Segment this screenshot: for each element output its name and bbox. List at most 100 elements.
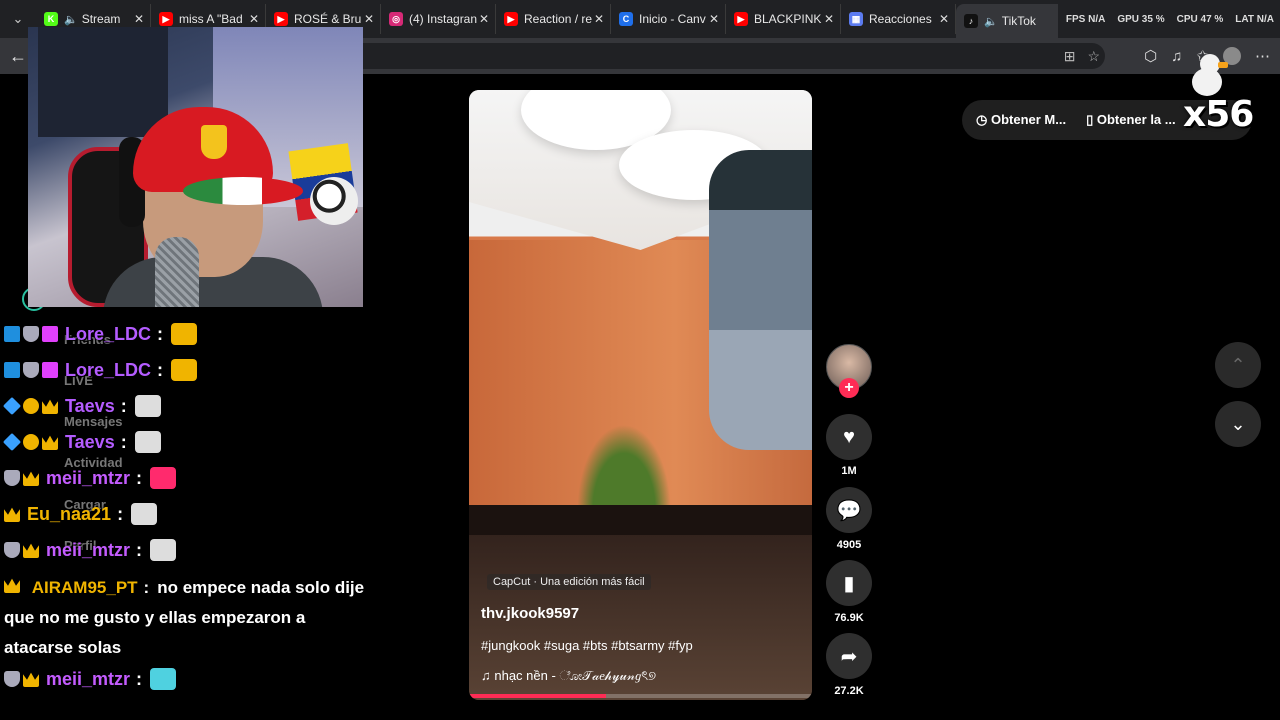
chat-separator: : <box>136 467 143 488</box>
chat-line: Taevs: <box>2 395 161 417</box>
chat-separator: : <box>120 395 127 416</box>
screen: ⌄ K 🔈 Stream ✕ ▶ miss A "Bad ✕ ▶ ROSÉ & Bru ✕ ◎ (4)… <box>0 0 1280 720</box>
webcam-soccer-ball <box>310 177 358 225</box>
next-video-button[interactable]: ⌄ <box>1215 401 1261 447</box>
tab-close-icon[interactable]: ✕ <box>937 12 951 26</box>
browser-tab[interactable]: ♪ 🔈 TikTok <box>956 4 1071 38</box>
chevron-up-icon: ⌃ <box>1230 354 1246 375</box>
latency-readout: LAT N/A <box>1235 13 1274 25</box>
chat-line: meii_mtzr: <box>4 467 177 489</box>
mod-badge-icon <box>4 326 20 342</box>
chat-username: Eu_naa21 <box>27 503 112 524</box>
chat-line: meii_mtzr: <box>4 539 177 561</box>
address-bar-actions: ⊞ ☆ <box>1064 38 1100 74</box>
browser-tab[interactable]: ▶ BLACKPINK ✕ <box>726 4 841 34</box>
tiktok-video-player[interactable]: CapCut · Una edición más fácil thv.jkook… <box>469 90 812 700</box>
more-menu-icon[interactable]: ⋯ <box>1255 47 1270 65</box>
chat-emote-icon <box>134 395 161 417</box>
crown-badge-icon <box>23 672 39 687</box>
bits-badge-icon <box>23 434 39 450</box>
shield-badge-icon <box>4 470 20 486</box>
video-music[interactable]: ♫ nhạc nền - ೋ𝒯𝒶𝑒𝒽𝓎𝓊𝓃𝑔ৎ୭ <box>481 667 656 688</box>
chat-username: Taevs <box>65 431 115 452</box>
chat-line: Eu_naa21: <box>4 503 158 525</box>
video-author[interactable]: thv.jkook9597 <box>481 605 579 622</box>
tab-close-icon[interactable]: ✕ <box>247 12 261 26</box>
video-progress-bar[interactable] <box>469 694 812 698</box>
cpu-readout: CPU 47 % <box>1176 13 1224 25</box>
tab-close-icon[interactable]: ✕ <box>477 12 491 26</box>
share-count: 27.2K <box>834 685 864 697</box>
crown-badge-icon <box>42 399 58 414</box>
tab-audio-icon[interactable]: 🔈 <box>64 13 78 26</box>
crown-badge-icon <box>42 435 58 450</box>
tab-close-icon[interactable]: ✕ <box>822 12 836 26</box>
chat-emote-icon <box>150 539 177 561</box>
chat-separator: : <box>136 668 143 689</box>
like-button[interactable]: ♥ <box>826 414 872 460</box>
gpu-readout: GPU 35 % <box>1117 13 1165 25</box>
comment-button[interactable]: 💬 <box>826 487 872 533</box>
previous-video-button[interactable]: ⌃ <box>1215 342 1261 388</box>
chat-separator: : <box>136 539 143 560</box>
chat-username: AIRAM95_PT <box>31 578 138 597</box>
chat-line: Lore_LDC: <box>4 359 198 381</box>
chat-line: Lore_LDC: <box>4 323 198 345</box>
comment-count: 4905 <box>836 539 862 551</box>
get-mobile-label: Obtener M... <box>990 112 1067 127</box>
browser-tab[interactable]: ▶ Reaction / re ✕ <box>496 4 611 34</box>
save-count: 76.9K <box>834 612 864 624</box>
chat-emote-icon <box>131 503 158 525</box>
chat-separator: : <box>143 578 150 597</box>
gift-badge-icon <box>42 362 58 378</box>
tab-close-icon[interactable]: ✕ <box>132 12 146 26</box>
tab-audio-icon[interactable]: 🔈 <box>984 15 998 28</box>
share-button[interactable]: ➦ <box>826 633 872 679</box>
chat-emote-icon <box>150 467 177 489</box>
chat-emote-icon <box>171 323 198 345</box>
app-install-icon[interactable]: ⊞ <box>1064 48 1076 65</box>
crown-badge-icon <box>4 507 20 522</box>
get-app-label: Obtener la ... <box>1096 112 1176 127</box>
follow-button[interactable]: + <box>839 378 859 398</box>
tab-favicon-icon: ♪ <box>964 14 978 28</box>
browser-tab[interactable]: ▦ Reacciones ✕ <box>841 4 956 34</box>
extensions-icon[interactable]: ⬡ <box>1144 47 1157 65</box>
get-mobile-button[interactable]: ◷ Obtener M... <box>976 112 1066 128</box>
gift-badge-icon <box>42 326 58 342</box>
bookmark-star-icon[interactable]: ☆ <box>1087 48 1100 65</box>
video-progress-fill <box>469 694 607 698</box>
tab-favicon-icon: C <box>619 12 633 26</box>
tab-label: ROSÉ & Bru <box>294 12 362 26</box>
chat-emote-icon <box>171 359 198 381</box>
video-plant <box>569 410 679 510</box>
bookmark-icon: ▮ <box>843 572 855 595</box>
capcut-label[interactable]: CapCut · Una edición más fácil <box>487 574 651 590</box>
stream-chat-overlay: Lore_LDC: Lore_LDC: Taevs: Taevs: meii_mtzr:… <box>0 318 380 718</box>
cap-logo <box>201 125 227 159</box>
duck-beak <box>1218 62 1228 68</box>
chat-username: meii_mtzr <box>46 539 131 560</box>
browser-tab[interactable]: ◎ (4) Instagran ✕ <box>381 4 496 34</box>
share-icon: ➦ <box>840 645 858 668</box>
chat-separator: : <box>117 503 124 524</box>
chevron-down-icon: ⌄ <box>1230 413 1246 434</box>
chat-username: Lore_LDC <box>65 323 152 344</box>
tab-label: Stream <box>81 12 121 26</box>
like-count: 1M <box>841 465 857 477</box>
tab-label: (4) Instagran <box>409 12 477 26</box>
tab-close-icon[interactable]: ✕ <box>362 12 376 26</box>
crown-badge-icon <box>23 543 39 558</box>
tab-favicon-icon: ▦ <box>849 12 863 26</box>
get-app-button[interactable]: ▯ Obtener la ... <box>1086 112 1176 128</box>
crown-badge-icon <box>23 471 39 486</box>
shield-badge-icon <box>23 362 39 378</box>
save-button[interactable]: ▮ <box>826 560 872 606</box>
chat-username: Lore_LDC <box>65 359 152 380</box>
tab-label: BLACKPINK <box>754 12 822 26</box>
browser-tab[interactable]: C Inicio - Canv ✕ <box>611 4 726 34</box>
heart-icon: ♥ <box>843 425 855 448</box>
video-hashtags[interactable]: #jungkook #suga #bts #btsarmy #fyp <box>481 638 693 653</box>
tab-close-icon[interactable]: ✕ <box>592 12 606 26</box>
tab-close-icon[interactable]: ✕ <box>707 12 721 26</box>
